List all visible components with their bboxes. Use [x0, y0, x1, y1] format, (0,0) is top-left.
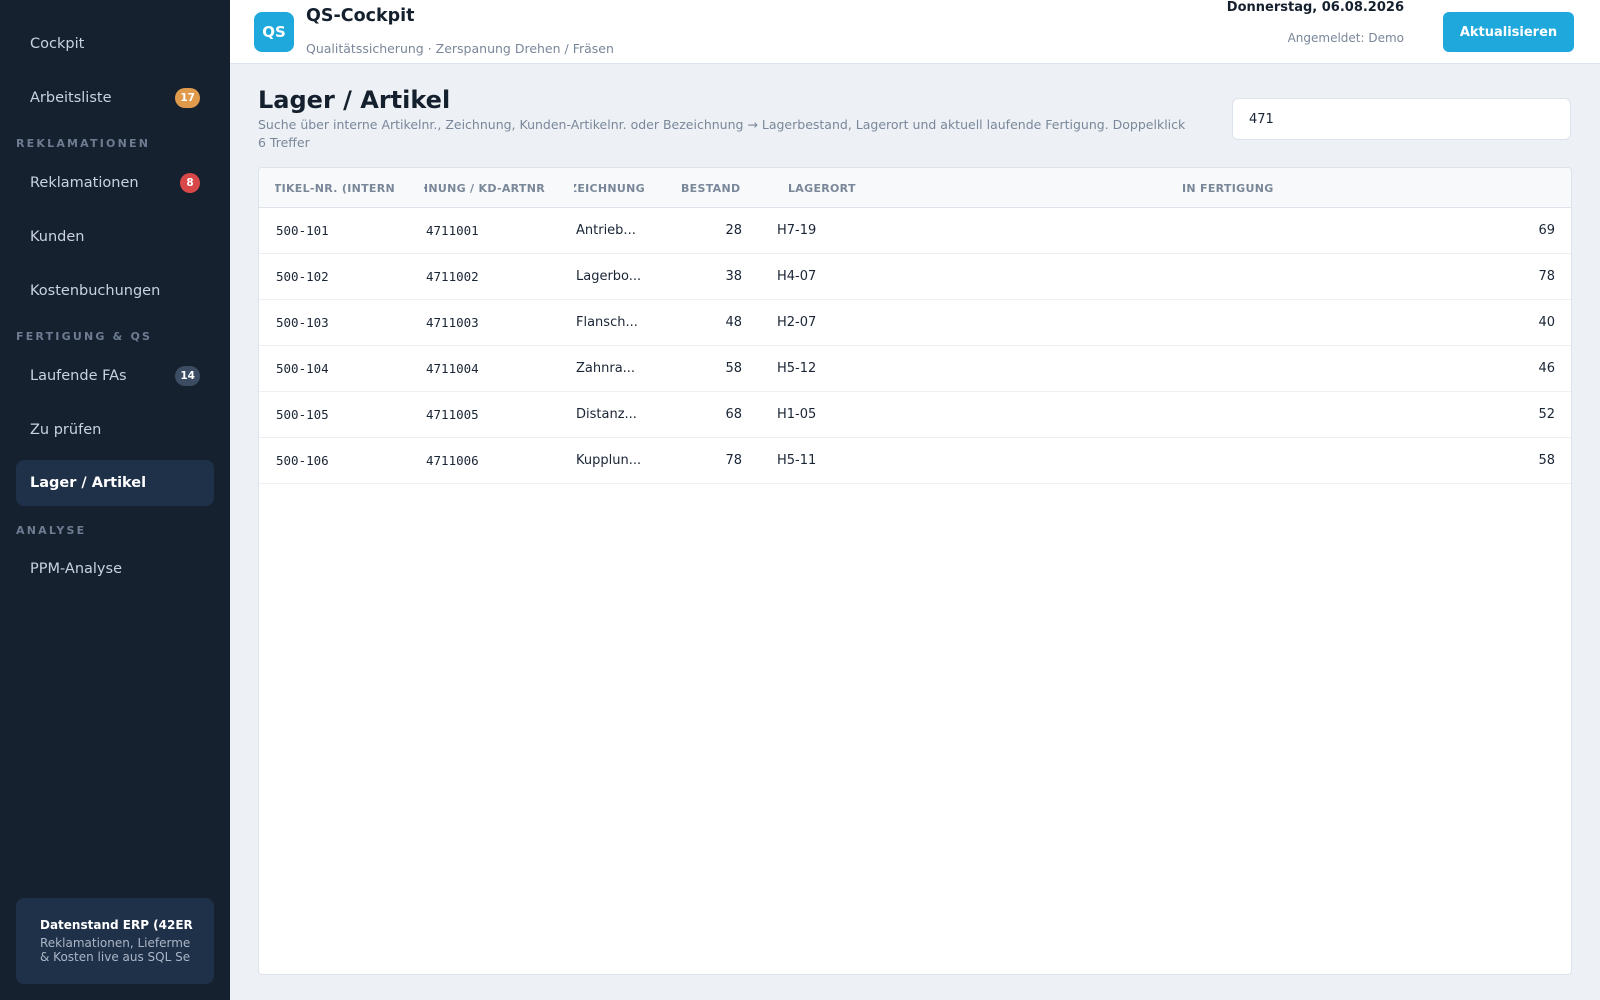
- sidebar-item-reklamationen[interactable]: Reklamationen 8: [16, 160, 214, 206]
- sidebar-item-label: Reklamationen: [30, 175, 139, 191]
- column-header-bezeichnung[interactable]: BEZEICHNUNG: [574, 182, 645, 195]
- cell-bezeichnung: Zahnra...: [576, 361, 636, 376]
- cell-zeichnung: 4711001: [426, 223, 479, 238]
- table-row[interactable]: 500-101 4711001 Antrieb... 28 H7-19 69: [259, 208, 1571, 254]
- cell-artikel-nr: 500-106: [276, 453, 329, 468]
- table-row[interactable]: 500-106 4711006 Kupplun... 78 H5-11 58: [259, 438, 1571, 484]
- cell-in-fertigung: 46: [1538, 361, 1555, 376]
- cell-artikel-nr: 500-103: [276, 315, 329, 330]
- page-title: Lager / Artikel: [258, 86, 451, 114]
- section-label-reklamationen: REKLAMATIONEN: [16, 137, 151, 150]
- cell-zeichnung: 4711004: [426, 361, 479, 376]
- cell-artikel-nr: 500-102: [276, 269, 329, 284]
- app-logo: QS: [254, 12, 294, 52]
- sidebar-item-kostenbuchungen[interactable]: Kostenbuchungen: [16, 268, 214, 314]
- cell-zeichnung: 4711002: [426, 269, 479, 284]
- cell-bestand: 58: [725, 361, 742, 376]
- data-status-card: Datenstand ERP (42ER Reklamationen, Lief…: [16, 898, 214, 984]
- table-row[interactable]: 500-104 4711004 Zahnra... 58 H5-12 46: [259, 346, 1571, 392]
- article-table: ARTIKEL-NR. (INTERN ZEICHNUNG / KD-ARTNR…: [258, 167, 1572, 975]
- cell-bezeichnung: Distanz...: [576, 407, 637, 422]
- hit-count: 6 Treffer: [258, 135, 310, 150]
- app-subtitle: Qualitätssicherung · Zerspanung Drehen /…: [306, 41, 614, 56]
- cell-in-fertigung: 40: [1538, 315, 1555, 330]
- count-badge: 14: [175, 366, 200, 386]
- column-header-zeichnung[interactable]: ZEICHNUNG / KD-ARTNR: [424, 182, 545, 195]
- cell-artikel-nr: 500-104: [276, 361, 329, 376]
- sidebar: Cockpit Arbeitsliste 17 REKLAMATIONEN Re…: [0, 0, 230, 1000]
- cell-zeichnung: 4711006: [426, 453, 479, 468]
- sidebar-item-lager-artikel[interactable]: Lager / Artikel: [16, 460, 214, 506]
- table-header: ARTIKEL-NR. (INTERN ZEICHNUNG / KD-ARTNR…: [259, 168, 1571, 208]
- sidebar-item-cockpit[interactable]: Cockpit: [16, 21, 214, 67]
- section-label-fertigung: FERTIGUNG & QS: [16, 330, 153, 343]
- current-date: Donnerstag, 06.08.2026: [1226, 0, 1404, 15]
- sidebar-item-label: Kostenbuchungen: [30, 283, 161, 299]
- cell-lagerort: H5-12: [777, 361, 817, 376]
- cell-lagerort: H1-05: [777, 407, 817, 422]
- sidebar-item-label: PPM-Analyse: [30, 561, 122, 577]
- cell-bezeichnung: Lagerbo...: [576, 269, 642, 284]
- cell-artikel-nr: 500-101: [276, 223, 329, 238]
- sidebar-item-label: Zu prüfen: [30, 422, 102, 438]
- cell-in-fertigung: 69: [1538, 223, 1555, 238]
- table-row[interactable]: 500-103 4711003 Flansch... 48 H2-07 40: [259, 300, 1571, 346]
- sidebar-item-arbeitsliste[interactable]: Arbeitsliste 17: [16, 75, 214, 121]
- cell-lagerort: H2-07: [777, 315, 817, 330]
- section-label-analyse: ANALYSE: [16, 524, 87, 537]
- cell-bestand: 38: [725, 269, 742, 284]
- cell-bestand: 48: [725, 315, 742, 330]
- count-badge: 17: [175, 88, 200, 108]
- column-header-bestand[interactable]: BESTAND: [681, 182, 740, 195]
- cell-zeichnung: 4711005: [426, 407, 479, 422]
- sidebar-item-label: Arbeitsliste: [30, 90, 112, 106]
- data-status-title: Datenstand ERP (42ER: [40, 918, 193, 932]
- sidebar-item-ppm-analyse[interactable]: PPM-Analyse: [16, 546, 214, 592]
- sidebar-item-kunden[interactable]: Kunden: [16, 214, 214, 260]
- top-header: QS QS-Cockpit Qualitätssicherung · Zersp…: [230, 0, 1600, 64]
- cell-lagerort: H7-19: [777, 223, 817, 238]
- cell-bestand: 78: [725, 453, 742, 468]
- column-header-artikel[interactable]: ARTIKEL-NR. (INTERN: [275, 182, 395, 195]
- cell-in-fertigung: 78: [1538, 269, 1555, 284]
- data-status-text: Reklamationen, Lieferme & Kosten live au…: [40, 936, 191, 964]
- cell-bezeichnung: Antrieb...: [576, 223, 636, 238]
- sidebar-item-laufende-fas[interactable]: Laufende FAs 14: [16, 353, 214, 399]
- cell-in-fertigung: 58: [1538, 453, 1555, 468]
- refresh-button[interactable]: Aktualisieren: [1443, 12, 1574, 52]
- cell-lagerort: H5-11: [777, 453, 817, 468]
- table-row[interactable]: 500-102 4711002 Lagerbo... 38 H4-07 78: [259, 254, 1571, 300]
- sidebar-item-zu-pruefen[interactable]: Zu prüfen: [16, 407, 214, 453]
- cell-zeichnung: 4711003: [426, 315, 479, 330]
- cell-bestand: 68: [725, 407, 742, 422]
- column-header-lagerort[interactable]: LAGERORT: [788, 182, 856, 195]
- cell-bezeichnung: Kupplun...: [576, 453, 642, 468]
- cell-artikel-nr: 500-105: [276, 407, 329, 422]
- count-badge: 8: [180, 173, 200, 193]
- column-header-in-fertigung[interactable]: IN FERTIGUNG: [1182, 182, 1274, 195]
- sidebar-item-label: Kunden: [30, 229, 85, 245]
- app-title: QS-Cockpit: [306, 6, 415, 26]
- logged-in-user: Angemeldet: Demo: [1287, 31, 1404, 45]
- cell-in-fertigung: 52: [1538, 407, 1555, 422]
- cell-bestand: 28: [725, 223, 742, 238]
- sidebar-item-label: Cockpit: [30, 36, 85, 52]
- cell-lagerort: H4-07: [777, 269, 817, 284]
- page-description: Suche über interne Artikelnr., Zeichnung…: [258, 117, 1186, 132]
- cell-bezeichnung: Flansch...: [576, 315, 638, 330]
- sidebar-item-label: Laufende FAs: [30, 368, 127, 384]
- sidebar-item-label: Lager / Artikel: [30, 475, 147, 491]
- table-row[interactable]: 500-105 4711005 Distanz... 68 H1-05 52: [259, 392, 1571, 438]
- search-input[interactable]: [1232, 98, 1571, 140]
